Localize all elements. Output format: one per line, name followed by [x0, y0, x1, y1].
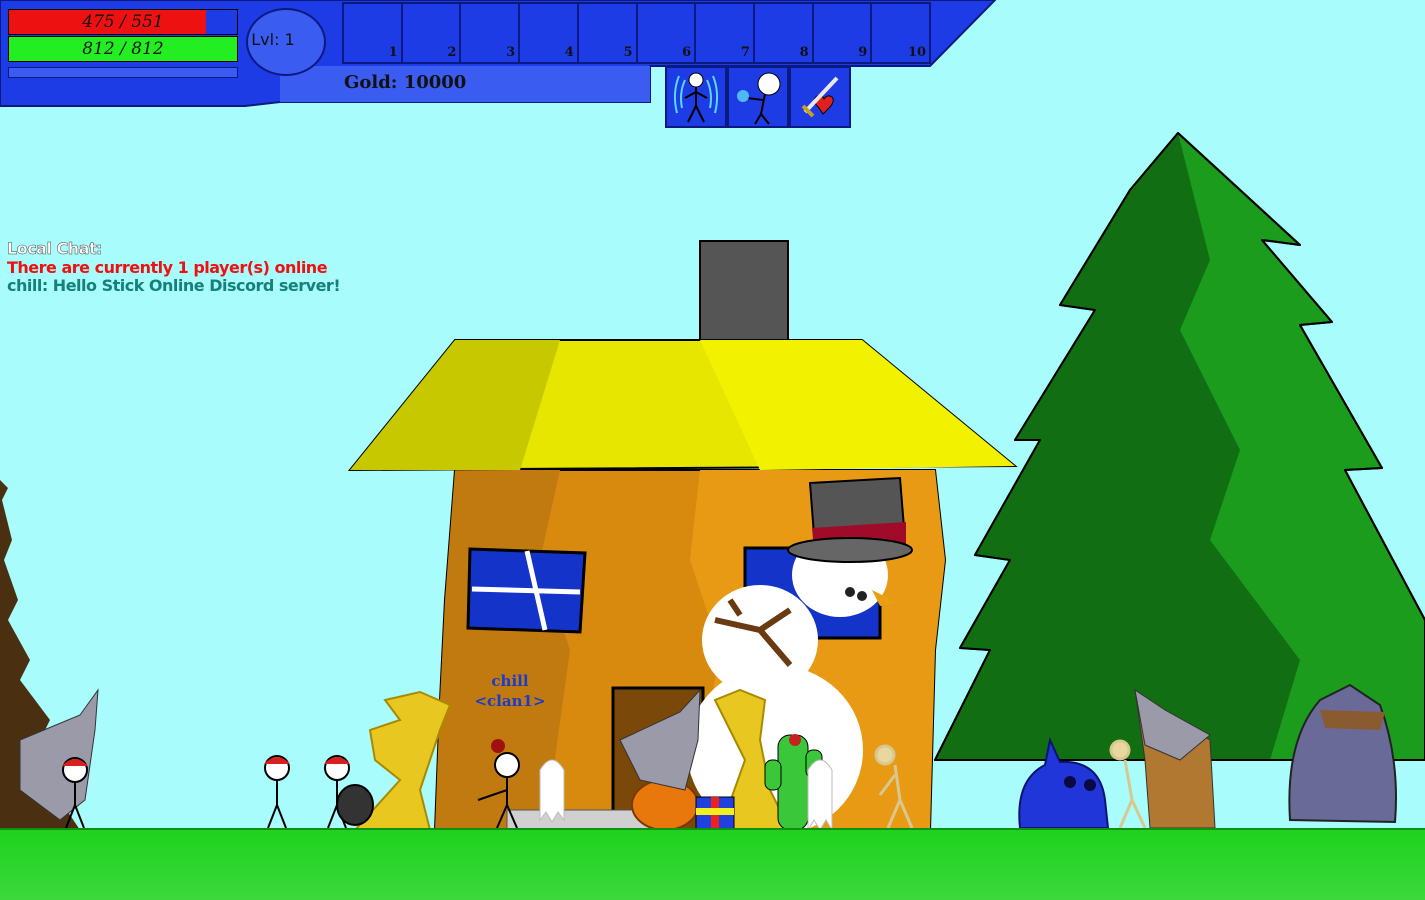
- health-text: 475 / 551: [82, 12, 164, 32]
- ghost: [539, 759, 565, 823]
- skill-weapon-button[interactable]: [789, 66, 851, 128]
- grass-ground: [0, 828, 1425, 900]
- ghost: [807, 759, 833, 832]
- player-name: chill: [491, 672, 529, 690]
- gift-box: [695, 796, 735, 831]
- hotbar-slot-number: 10: [907, 45, 927, 60]
- hotbar-slot-6[interactable]: 6: [637, 4, 697, 62]
- hotbar-slot-number: 4: [564, 45, 574, 60]
- skill-magic-button[interactable]: [727, 66, 789, 128]
- house-window: [466, 547, 587, 634]
- hotbar-slot-number: 3: [506, 45, 516, 60]
- health-bar: 475 / 551: [8, 9, 238, 35]
- hotbar-slot-9[interactable]: 9: [813, 4, 873, 62]
- stickman-aura-icon: [673, 72, 719, 123]
- chat-line-system: There are currently 1 player(s) online: [7, 258, 328, 277]
- chimney: [699, 240, 789, 352]
- mana-text: 812 / 812: [82, 39, 164, 59]
- hotbar-slot-2[interactable]: 2: [402, 4, 462, 62]
- stickman-magic-orb-icon: [737, 72, 781, 125]
- hotbar-slot-number: 9: [858, 45, 868, 60]
- chat-line-player: chill: Hello Stick Online Discord server…: [7, 276, 341, 295]
- sword-heart-icon: [801, 76, 839, 118]
- gold-display: Gold: 10000: [344, 72, 467, 93]
- hotbar-slot-1[interactable]: 1: [344, 4, 403, 62]
- chat-header: Local Chat:: [7, 239, 103, 258]
- player-clan: <clan1>: [474, 692, 546, 710]
- hotbar-slot-4[interactable]: 4: [520, 4, 579, 62]
- hotbar-slot-3[interactable]: 3: [461, 4, 521, 62]
- hotbar-slot-10[interactable]: 10: [872, 4, 930, 62]
- experience-bar: [8, 67, 238, 78]
- hotbar-slot-number: 2: [447, 45, 457, 60]
- mana-bar: 812 / 812: [8, 36, 238, 62]
- hotbar-slot-5[interactable]: 5: [578, 4, 638, 62]
- skill-aura-button[interactable]: [665, 66, 727, 128]
- hotbar-slot-8[interactable]: 8: [754, 4, 814, 62]
- hotbar-slot-number: 5: [623, 45, 633, 60]
- game-scene[interactable]: [0, 0, 1425, 900]
- level-badge: Lvl: 1: [246, 8, 326, 76]
- hotbar-slot-7[interactable]: 7: [696, 4, 755, 62]
- pumpkin: [631, 779, 699, 831]
- hotbar: 1 2 3 4 5 6 7 8 9 10: [342, 2, 931, 64]
- hotbar-slot-number: 8: [799, 45, 809, 60]
- hotbar-slot-number: 6: [682, 45, 692, 60]
- chat-log: Local Chat: There are currently 1 player…: [0, 239, 420, 300]
- hotbar-slot-number: 7: [740, 45, 750, 60]
- hotbar-slot-number: 1: [388, 45, 398, 60]
- player-nametag: chill <clan1>: [460, 671, 560, 711]
- level-text: Lvl: 1: [251, 30, 295, 49]
